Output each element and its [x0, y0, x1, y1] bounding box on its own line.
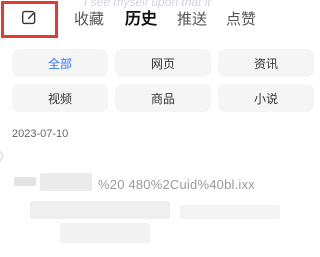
tab-history[interactable]: 历史	[125, 9, 157, 29]
chevron-right-icon[interactable]: 〉	[0, 148, 10, 164]
tab-likes[interactable]: 点赞	[226, 9, 256, 29]
filter-chip-news[interactable]: 资讯	[218, 49, 314, 77]
blurred-thumbnail	[14, 177, 36, 186]
history-date: 2023-07-10	[12, 128, 69, 140]
blurred-subtitle	[30, 201, 170, 219]
blurred-extra	[180, 205, 280, 219]
filter-chip-video[interactable]: 视频	[12, 84, 108, 112]
history-entry-url: %20 480%2Cuid%40bl.ixx	[98, 177, 255, 192]
filter-chip-web[interactable]: 网页	[115, 49, 211, 77]
tab-favorites[interactable]: 收藏	[74, 9, 104, 29]
blurred-meta	[60, 223, 150, 243]
blurred-title	[40, 173, 92, 191]
tab-push[interactable]: 推送	[177, 9, 207, 29]
top-bar: I see myself upon that it 收藏 历史 推送 点赞	[0, 0, 318, 42]
edit-icon	[21, 9, 38, 30]
filter-chip-all[interactable]: 全部	[12, 49, 108, 77]
overlay-text: I see myself upon that it	[84, 0, 211, 9]
edit-button[interactable]	[1, 1, 58, 38]
filter-chip-products[interactable]: 商品	[115, 84, 211, 112]
history-entry-blurred[interactable]: %20 480%2Cuid%40bl.ixx	[0, 165, 318, 257]
filter-chip-novels[interactable]: 小说	[218, 84, 314, 112]
